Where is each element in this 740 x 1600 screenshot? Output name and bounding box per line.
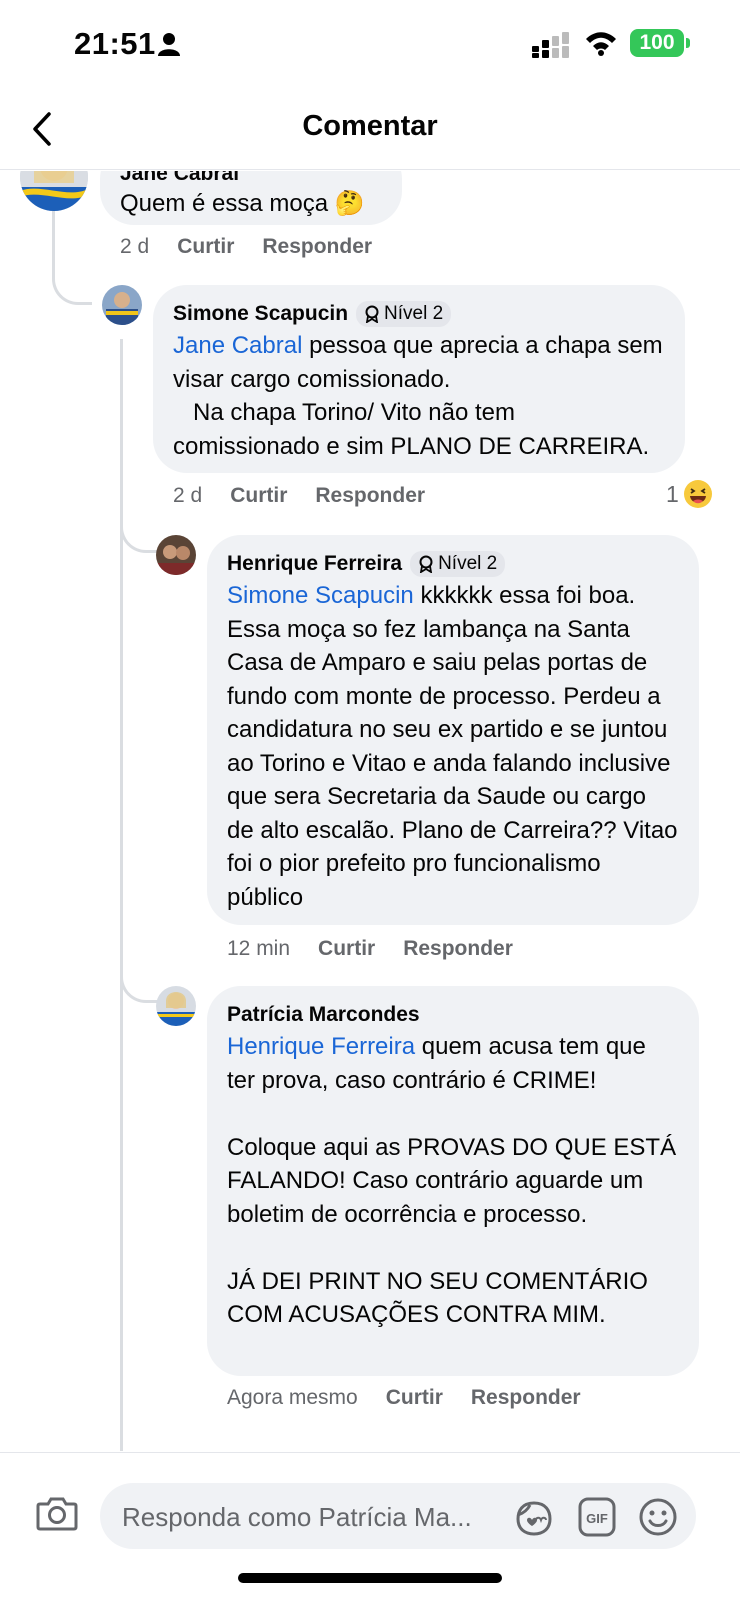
comment-timestamp: 2 d	[173, 484, 203, 507]
comment-body: kkkkkk essa foi boa. Essa moça so fez la…	[227, 582, 685, 911]
badge-icon	[365, 305, 379, 323]
mention-link[interactable]: Simone Scapucin	[227, 582, 414, 609]
comment-author[interactable]: Henrique Ferreira	[227, 552, 402, 576]
reaction-count: 1	[666, 480, 679, 507]
badge-label: Nível 2	[438, 553, 498, 574]
reply-button[interactable]: Responder	[262, 235, 372, 259]
comment-text: Simone Scapucin kkkkkk essa foi boa. Ess…	[227, 579, 679, 914]
comment-text: Henrique Ferreira quem acusa tem que ter…	[227, 1030, 679, 1332]
reply-button[interactable]: Responder	[315, 484, 425, 508]
comment-text: Quem é essa moça 🤔	[120, 190, 365, 217]
comment-author[interactable]: Jane Cabral	[120, 171, 239, 186]
like-button[interactable]: Curtir	[230, 484, 287, 508]
like-button[interactable]: Curtir	[177, 235, 234, 259]
signal-icon	[532, 32, 569, 58]
wifi-icon	[586, 32, 616, 56]
comment-bubble[interactable]: Simone Scapucin Nível 2 Jane Cabral pess…	[153, 285, 685, 473]
like-button[interactable]: Curtir	[386, 1386, 443, 1410]
comment-header: Patrícia Marcondes	[227, 1000, 679, 1030]
like-button[interactable]: Curtir	[318, 937, 375, 961]
avatar[interactable]	[20, 171, 88, 211]
comment-bubble[interactable]: Jane Cabral Quem é essa moça 🤔	[100, 171, 402, 225]
avatar[interactable]	[102, 285, 142, 325]
thread-connector	[120, 501, 160, 553]
profile-photo	[156, 535, 196, 575]
comment-header: Simone Scapucin Nível 2	[173, 299, 665, 329]
mention-link[interactable]: Henrique Ferreira	[227, 1033, 415, 1060]
reaction-summary[interactable]: 1	[666, 479, 713, 509]
comment-bubble[interactable]: Henrique Ferreira Nível 2 Simone Scapuci…	[207, 535, 699, 925]
comment-timestamp: 12 min	[227, 937, 291, 960]
comment-bubble[interactable]: Patrícia Marcondes Henrique Ferreira que…	[207, 986, 699, 1376]
header: Comentar	[0, 88, 740, 170]
page-title: Comentar	[302, 110, 438, 142]
profile-photo	[20, 171, 88, 211]
thread-connector	[52, 211, 92, 305]
mention-link[interactable]: Jane Cabral	[173, 332, 302, 359]
profile-photo	[156, 986, 196, 1026]
level-badge[interactable]: Nível 2	[356, 301, 452, 327]
level-badge[interactable]: Nível 2	[410, 551, 506, 577]
reply-button[interactable]: Responder	[471, 1386, 581, 1410]
comment-actions: 2 d Curtir Responder	[173, 484, 425, 508]
battery-tip	[686, 38, 690, 48]
avatar-sticker-icon[interactable]	[514, 1499, 554, 1537]
comment-actions: 12 min Curtir Responder	[227, 937, 513, 961]
emoji-icon[interactable]	[638, 1497, 678, 1537]
laughing-emoji-icon	[683, 480, 712, 508]
avatar[interactable]	[156, 535, 196, 575]
reply-composer: Responda como Patrícia Ma... GIF	[0, 1452, 740, 1600]
comment-body: quem acusa tem que ter prova, caso contr…	[227, 1033, 677, 1328]
comment-thread[interactable]: Jane Cabral Quem é essa moça 🤔 2 d Curti…	[0, 171, 740, 1451]
camera-icon[interactable]	[36, 1495, 78, 1531]
person-icon	[158, 33, 180, 56]
status-bar: 21:51 100	[0, 0, 740, 88]
badge-label: Nível 2	[384, 303, 444, 324]
gif-icon[interactable]: GIF	[578, 1497, 616, 1537]
badge-icon	[419, 555, 433, 573]
status-time: 21:51	[74, 26, 156, 61]
comment-header: Henrique Ferreira Nível 2	[227, 549, 679, 579]
comment-text: Jane Cabral pessoa que aprecia a chapa s…	[173, 329, 665, 463]
comment-actions: 2 d Curtir Responder	[120, 235, 372, 259]
comment-author[interactable]: Simone Scapucin	[173, 302, 348, 326]
thread-connector	[120, 951, 160, 1003]
battery-indicator: 100	[630, 29, 684, 57]
comment-author[interactable]: Patrícia Marcondes	[227, 1003, 420, 1027]
profile-photo	[102, 285, 142, 325]
comment-timestamp: Agora mesmo	[227, 1386, 358, 1409]
reply-button[interactable]: Responder	[403, 937, 513, 961]
comment-actions: Agora mesmo Curtir Responder	[227, 1386, 581, 1410]
avatar[interactable]	[156, 986, 196, 1026]
svg-text:GIF: GIF	[586, 1511, 608, 1526]
home-indicator[interactable]	[238, 1573, 502, 1583]
comment-timestamp: 2 d	[120, 235, 150, 258]
